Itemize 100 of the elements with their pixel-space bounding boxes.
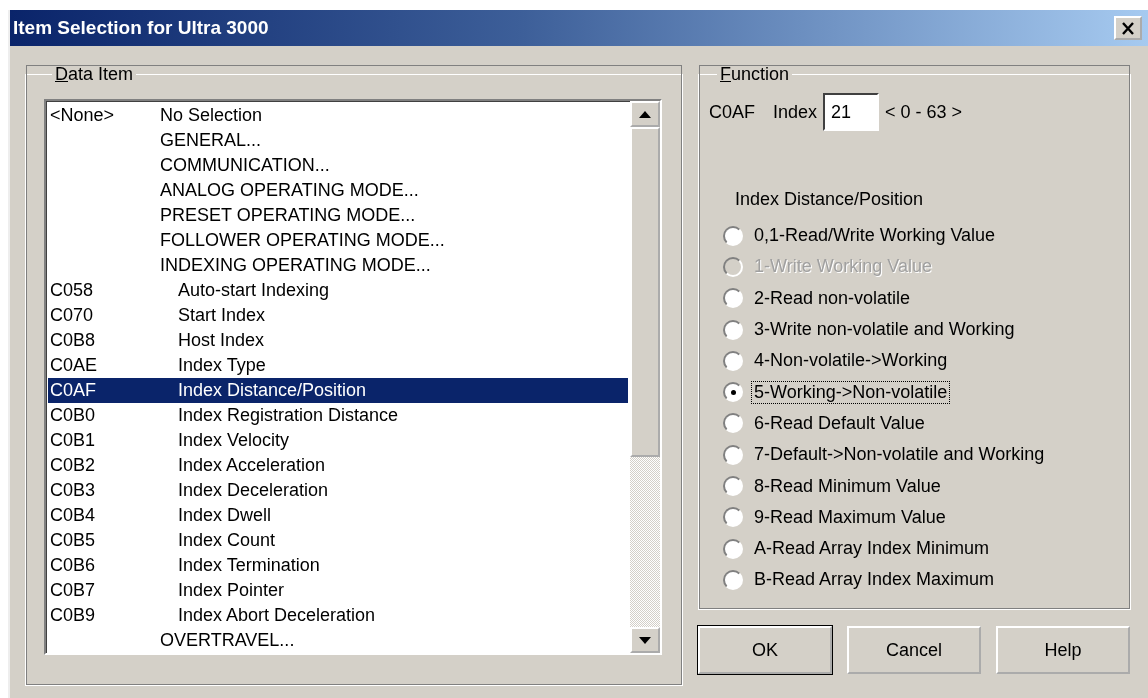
item-code: C058	[49, 280, 95, 301]
radio-option[interactable]: 8-Read Minimum Value	[709, 470, 1120, 502]
item-code: C0AE	[49, 355, 99, 376]
item-code: C0AF	[49, 380, 97, 401]
list-item[interactable]: GENERAL...	[48, 128, 628, 153]
radio-option[interactable]: 7-Default->Non-volatile and Working	[709, 439, 1120, 471]
list-item[interactable]: C0B5 Index Count	[48, 528, 628, 553]
item-name: Index Registration Distance	[178, 405, 399, 426]
item-name: ANALOG OPERATING MODE...	[160, 180, 419, 201]
item-name: Index Velocity	[178, 430, 290, 451]
radio-button[interactable]	[723, 382, 743, 403]
index-label: Index	[773, 101, 818, 123]
item-name: PRESET OPERATING MODE...	[160, 205, 416, 226]
list-item[interactable]: ANALOG OPERATING MODE...	[48, 178, 628, 203]
item-code: C0B5	[49, 530, 97, 551]
index-field[interactable]: 21	[823, 93, 880, 131]
radio-button[interactable]	[723, 288, 743, 309]
item-name-label: Index Distance/Position	[735, 189, 925, 210]
list-item[interactable]: C0B0 Index Registration Distance	[48, 403, 628, 428]
item-code: C0B7	[49, 580, 97, 601]
item-name: Index Count	[178, 530, 276, 551]
list-item[interactable]: C0AE Index Type	[48, 353, 628, 378]
item-name: INDEXING OPERATING MODE...	[160, 255, 431, 276]
item-code: C0B2	[49, 455, 97, 476]
dialog-button[interactable]: OK	[698, 626, 832, 674]
item-name: COMMUNICATION...	[160, 155, 330, 176]
list-item[interactable]: C0B6 Index Termination	[48, 553, 628, 578]
radio-option[interactable]: 3-Write non-volatile and Working	[709, 313, 1120, 346]
item-code: C070	[49, 305, 95, 326]
radio-option[interactable]: 4-Non-volatile->Working	[709, 345, 1120, 377]
list-item[interactable]: COMMUNICATION...	[48, 153, 628, 178]
list-item[interactable]: C0B8 Host Index	[48, 328, 628, 353]
radio-button[interactable]	[723, 569, 743, 590]
list-item[interactable]: <None> No Selection	[48, 103, 628, 128]
up-arrow-icon	[639, 110, 651, 118]
radio-option[interactable]: 6-Read Default Value	[709, 407, 1120, 440]
list-item[interactable]: C058 Auto-start Indexing	[48, 278, 628, 303]
list-item[interactable]: C0AF Index Distance/Position	[48, 378, 628, 403]
close-icon	[1121, 21, 1135, 35]
list-item[interactable]: C0B7 Index Pointer	[48, 578, 628, 603]
radio-option[interactable]: B-Read Array Index Maximum	[709, 564, 1120, 596]
item-code: C0B4	[49, 505, 97, 526]
item-name: Index Termination	[178, 555, 320, 576]
radio-button[interactable]	[723, 413, 743, 434]
radio-option[interactable]: 5-Working->Non-volatile	[709, 376, 1120, 408]
radio-button[interactable]	[723, 225, 743, 246]
item-name: Index Type	[178, 355, 266, 376]
item-name: FOLLOWER OPERATING MODE...	[160, 230, 445, 251]
item-code: C0B1	[49, 430, 97, 451]
scroll-thumb[interactable]	[630, 127, 660, 457]
list-item[interactable]: PRESET OPERATING MODE...	[48, 203, 628, 228]
item-name: No Selection	[160, 105, 263, 126]
item-name: Index Pointer	[178, 580, 285, 601]
radio-option[interactable]: 9-Read Maximum Value	[709, 501, 1120, 533]
dialog-button[interactable]: Cancel	[847, 626, 981, 674]
item-name: Index Distance/Position	[178, 380, 367, 401]
list-item[interactable]: FOLLOWER OPERATING MODE...	[48, 228, 628, 253]
item-code: C0B9	[49, 605, 97, 626]
item-name: Start Index	[178, 305, 266, 326]
item-name: OVERTRAVEL...	[160, 630, 295, 651]
list-item[interactable]: C0B3 Index Deceleration	[48, 478, 628, 503]
radio-button[interactable]	[723, 507, 743, 528]
group-label: Data Item	[54, 64, 135, 85]
item-name: Index Abort Deceleration	[178, 605, 376, 626]
list-item[interactable]: C0B1 Index Velocity	[48, 428, 628, 453]
item-name: Host Index	[178, 330, 265, 351]
radio-button[interactable]	[723, 444, 743, 465]
item-code: C0AF	[709, 101, 755, 123]
range-label: < 0 - 63 >	[885, 101, 963, 123]
radio-option[interactable]: 0,1-Read/Write Working Value	[709, 220, 1120, 252]
scroll-down-button[interactable]	[630, 627, 660, 653]
item-code: C0B6	[49, 555, 97, 576]
radio-button[interactable]	[723, 538, 743, 559]
radio-option[interactable]: 2-Read non-volatile	[709, 282, 1120, 314]
item-name: Auto-start Indexing	[178, 280, 330, 301]
radio-button[interactable]	[723, 476, 743, 496]
list-item[interactable]: C070 Start Index	[48, 303, 628, 328]
item-code: <None>	[49, 105, 116, 126]
dialog-button[interactable]: Help	[996, 626, 1130, 674]
list-item[interactable]: C0B9 Index Abort Deceleration	[48, 603, 628, 628]
scroll-up-button[interactable]	[630, 101, 660, 127]
radio-button[interactable]	[723, 350, 743, 371]
down-arrow-icon	[639, 636, 651, 644]
list-item[interactable]: INDEXING OPERATING MODE...	[48, 253, 628, 278]
item-name: Index Dwell	[178, 505, 272, 526]
item-code: C0B0	[49, 405, 97, 426]
list-item[interactable]: OVERTRAVEL...	[48, 628, 628, 653]
list-item[interactable]: C0B4 Index Dwell	[48, 503, 628, 528]
close-button[interactable]	[1114, 16, 1142, 40]
window-title: Item Selection for Ultra 3000	[13, 17, 269, 39]
item-name: GENERAL...	[160, 130, 262, 151]
item-name: Index Deceleration	[178, 480, 329, 501]
scrollbar[interactable]	[630, 101, 660, 653]
group-label: Function	[719, 64, 791, 85]
item-name: Index Acceleration	[178, 455, 326, 476]
item-code: C0B3	[49, 480, 97, 501]
list-item[interactable]: C0B2 Index Acceleration	[48, 453, 628, 478]
item-code: C0B8	[49, 330, 97, 351]
radio-option[interactable]: A-Read Array Index Minimum	[709, 532, 1120, 565]
radio-button[interactable]	[723, 319, 743, 340]
